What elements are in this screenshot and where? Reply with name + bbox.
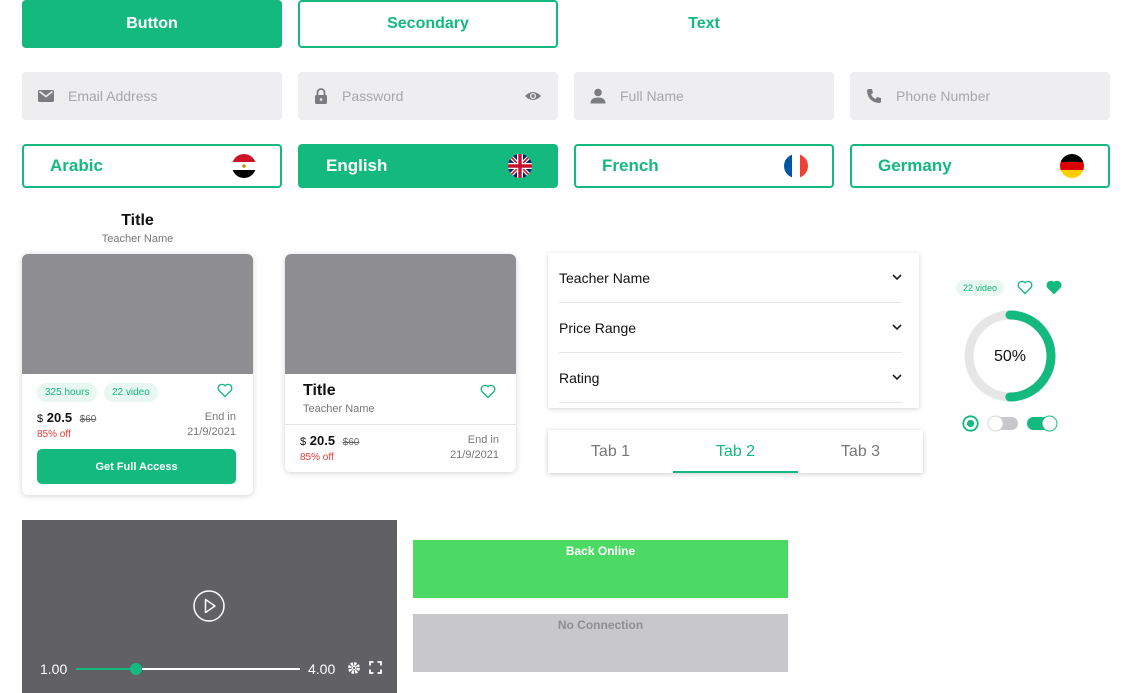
radio-selected[interactable]	[962, 415, 979, 432]
old-price: $60	[79, 414, 97, 425]
fullname-input[interactable]	[620, 88, 818, 104]
current-time: 1.00	[40, 661, 68, 677]
course-card[interactable]: 325 hours 22 video $ 20.5 $60 85% off En…	[22, 254, 253, 495]
seek-handle[interactable]	[130, 663, 143, 675]
play-icon[interactable]	[192, 589, 226, 623]
videos-badge: 22 video	[956, 280, 1005, 296]
egypt-flag-icon	[232, 154, 256, 178]
tab-1[interactable]: Tab 1	[548, 430, 673, 473]
germany-flag-icon	[1060, 154, 1084, 178]
filter-panel: Teacher Name Price Range Rating	[548, 253, 919, 408]
no-connection-banner: No Connection	[413, 614, 788, 672]
card1-title: Title	[121, 212, 154, 229]
settings-gear-icon[interactable]	[347, 661, 361, 675]
language-option-arabic[interactable]: Arabic	[22, 144, 282, 188]
tab-3[interactable]: Tab 3	[798, 430, 923, 473]
filter-rating[interactable]: Rating	[559, 353, 902, 403]
card1-teacher-name: Teacher Name	[101, 233, 174, 245]
divider	[285, 424, 516, 425]
get-full-access-button[interactable]: Get Full Access	[37, 449, 236, 484]
mail-icon	[38, 90, 54, 102]
person-icon	[590, 88, 606, 104]
course-thumbnail	[22, 254, 253, 374]
text-button[interactable]: Text	[574, 0, 834, 48]
total-time: 4.00	[308, 661, 336, 677]
end-label: End in	[467, 434, 499, 446]
password-input[interactable]	[342, 88, 524, 104]
videos-badge: 22 video	[104, 383, 158, 402]
phone-icon	[867, 89, 881, 103]
chevron-down-icon	[892, 324, 902, 331]
primary-button[interactable]: Button	[22, 0, 282, 48]
language-label: Arabic	[50, 156, 103, 175]
end-label: End in	[204, 411, 236, 423]
lock-icon	[315, 88, 327, 104]
discount-label: 85% off	[300, 452, 334, 463]
language-label: French	[602, 156, 659, 175]
filter-label: Rating	[559, 369, 600, 386]
email-field[interactable]	[22, 72, 282, 120]
heart-outline-icon[interactable]	[480, 384, 496, 399]
toggle-off[interactable]	[986, 414, 1020, 433]
uk-flag-icon	[508, 154, 532, 178]
phone-field[interactable]	[850, 72, 1110, 120]
eye-icon[interactable]	[524, 90, 542, 102]
card2-title: Title	[303, 382, 336, 399]
discount-label: 85% off	[37, 429, 71, 440]
france-flag-icon	[784, 154, 808, 178]
language-option-english[interactable]: English	[298, 144, 558, 188]
filter-label: Price Range	[559, 319, 637, 336]
heart-outline-icon[interactable]	[1017, 280, 1033, 295]
tab-bar: Tab 1 Tab 2 Tab 3	[548, 430, 923, 473]
phone-input[interactable]	[896, 88, 1094, 104]
chevron-down-icon	[892, 274, 902, 281]
back-online-banner: Back Online	[413, 540, 788, 598]
heart-outline-icon[interactable]	[217, 383, 233, 398]
tab-2[interactable]: Tab 2	[673, 430, 798, 473]
end-date: 21/9/2021	[450, 449, 499, 461]
fullname-field[interactable]	[574, 72, 834, 120]
toggle-on[interactable]	[1025, 414, 1059, 433]
seek-track[interactable]	[76, 663, 300, 675]
seek-progress	[76, 668, 137, 670]
language-label: Germany	[878, 156, 952, 175]
progress-percent-label: 50%	[993, 348, 1027, 365]
video-player[interactable]: 1.00 4.00	[22, 520, 397, 693]
price-value: 20.5	[46, 410, 73, 425]
hours-badge: 325 hours	[37, 383, 98, 402]
filter-price-range[interactable]: Price Range	[559, 303, 902, 353]
price-value: 20.5	[309, 433, 336, 448]
currency-symbol: $	[300, 436, 307, 448]
password-field[interactable]	[298, 72, 558, 120]
language-option-french[interactable]: French	[574, 144, 834, 188]
course-card-compact[interactable]: Title Teacher Name $ 20.5 $60 85% off En…	[285, 254, 516, 472]
heart-filled-icon[interactable]	[1046, 280, 1062, 295]
currency-symbol: $	[37, 413, 44, 425]
secondary-button[interactable]: Secondary	[298, 0, 558, 48]
fullscreen-icon[interactable]	[369, 661, 382, 674]
card2-teacher-name: Teacher Name	[303, 403, 375, 415]
course-thumbnail	[285, 254, 516, 374]
filter-label: Teacher Name	[559, 269, 651, 286]
end-date: 21/9/2021	[187, 426, 236, 438]
filter-teacher-name[interactable]: Teacher Name	[559, 253, 902, 303]
language-option-germany[interactable]: Germany	[850, 144, 1110, 188]
email-input[interactable]	[68, 88, 266, 104]
language-label: English	[326, 156, 388, 175]
old-price: $60	[342, 437, 360, 448]
chevron-down-icon	[892, 374, 902, 381]
